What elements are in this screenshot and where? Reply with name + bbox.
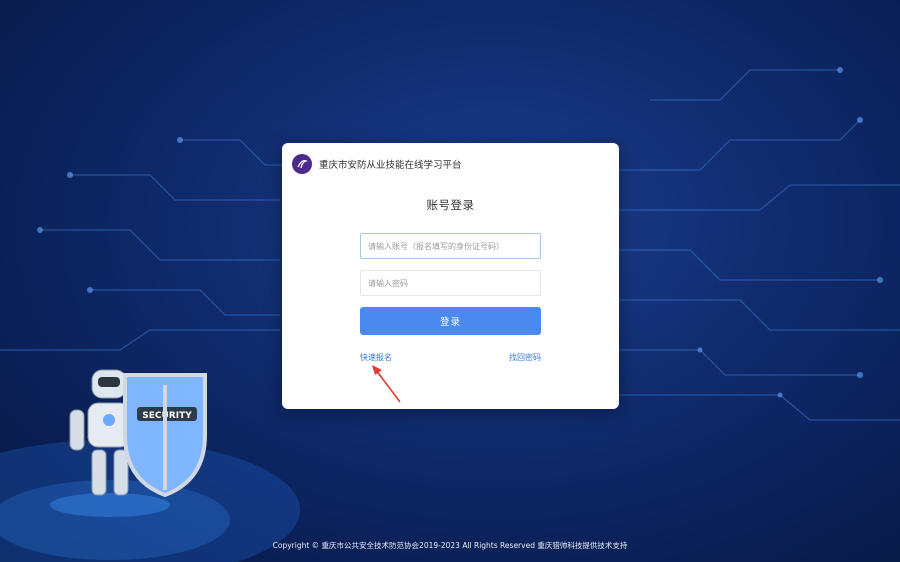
card-header: 重庆市安防从业技能在线学习平台 — [292, 153, 462, 175]
association-logo-icon — [292, 154, 312, 174]
copyright-footer: Copyright © 重庆市公共安全技术防范协会2019-2023 All R… — [272, 541, 628, 550]
login-title: 账号登录 — [426, 198, 475, 212]
login-page: SECURITY 重庆市安防从业技能在线学习平台 账号登录 登录 快速报名 找回… — [0, 0, 900, 562]
login-card: 重庆市安防从业技能在线学习平台 账号登录 登录 快速报名 找回密码 — [282, 143, 619, 409]
annotation-arrow-icon — [372, 365, 401, 403]
security-shield-label: SECURITY — [142, 411, 192, 421]
forgot-password-link[interactable]: 找回密码 — [509, 352, 541, 363]
password-input[interactable] — [360, 270, 541, 296]
security-robot-illustration: SECURITY — [40, 365, 220, 529]
account-input[interactable] — [360, 233, 541, 259]
login-button[interactable]: 登录 — [360, 307, 541, 335]
platform-title: 重庆市安防从业技能在线学习平台 — [319, 160, 462, 171]
